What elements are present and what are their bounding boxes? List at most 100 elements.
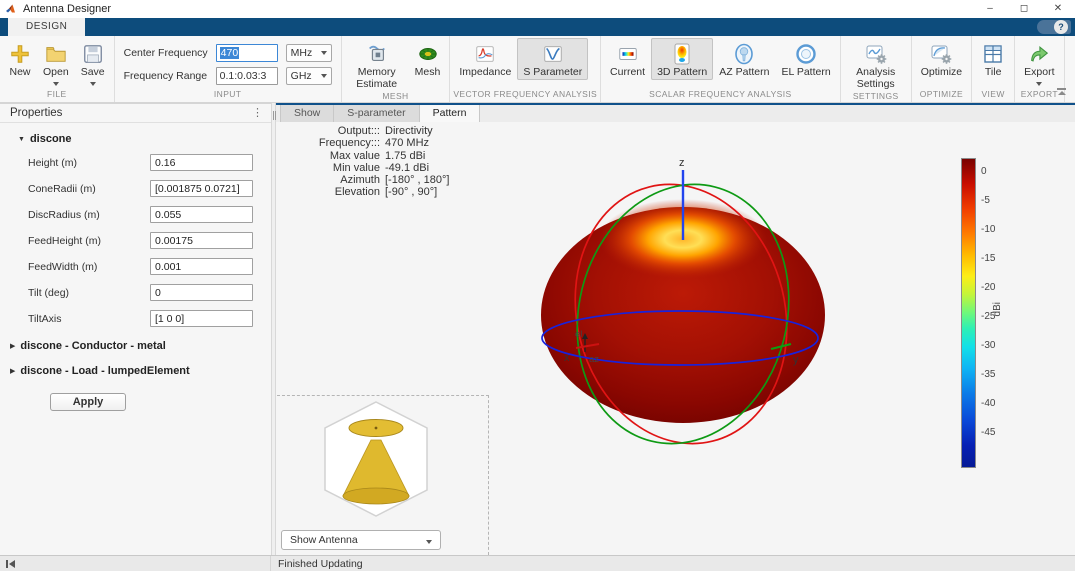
property-row: FeedHeight (m)	[28, 232, 271, 249]
impedance-label: Impedance	[459, 67, 511, 79]
memory-estimate-button[interactable]: Memory Estimate	[345, 38, 409, 91]
antenna-geometry-preview[interactable]	[323, 400, 429, 520]
export-arrow-icon	[1027, 41, 1051, 67]
properties-panel: Properties ⋮ ▼ discone Height (m) ConeRa…	[0, 103, 271, 555]
property-label: FeedWidth (m)	[28, 261, 150, 273]
tab-design[interactable]: DESIGN	[8, 18, 85, 36]
optimize-button[interactable]: Optimize	[915, 38, 968, 80]
property-row: FeedWidth (m)	[28, 258, 271, 275]
matlab-logo-icon	[5, 3, 17, 15]
section-label-scalar: SCALAR FREQUENCY ANALYSIS	[604, 89, 837, 102]
tab-show[interactable]: Show	[280, 105, 334, 122]
section-optimize: Optimize OPTIMIZE	[912, 36, 972, 102]
export-button[interactable]: Export	[1018, 38, 1060, 87]
tile-label: Tile	[985, 67, 1002, 79]
close-button[interactable]: ✕	[1041, 0, 1075, 18]
tile-button[interactable]: Tile	[975, 38, 1011, 80]
colorbar-tick: -10	[981, 224, 995, 235]
frequency-range-input[interactable]: 0.1:0.03:3	[216, 67, 278, 85]
impedance-icon	[473, 41, 497, 67]
open-button[interactable]: Open	[37, 38, 75, 87]
status-message: Finished Updating	[278, 558, 363, 570]
tilt-field[interactable]	[150, 284, 253, 301]
collapse-left-panel-icon[interactable]	[6, 560, 15, 568]
open-dropdown-caret-icon[interactable]	[53, 82, 59, 86]
mesh-icon	[416, 41, 440, 67]
section-mesh: Memory Estimate Mesh MESH	[342, 36, 451, 102]
kebab-menu-icon[interactable]: ⋮	[252, 108, 263, 119]
info-value: [-180° , 180°]	[385, 174, 449, 186]
colorbar-tick: -45	[981, 427, 995, 438]
colorbar-tick: -20	[981, 282, 995, 293]
center-frequency-unit-select[interactable]: MHz	[286, 44, 332, 62]
minimize-button[interactable]: –	[973, 0, 1007, 18]
coneradii-field[interactable]	[150, 180, 253, 197]
show-antenna-value: Show Antenna	[290, 534, 426, 546]
colorbar-tick: -30	[981, 340, 995, 351]
section-label-view: VIEW	[975, 89, 1011, 102]
az-pattern-button[interactable]: AZ Pattern	[713, 38, 775, 80]
property-label: FeedHeight (m)	[28, 235, 150, 247]
impedance-button[interactable]: Impedance	[453, 38, 517, 80]
feedheight-field[interactable]	[150, 232, 253, 249]
new-button[interactable]: New	[3, 38, 37, 80]
center-frequency-value: 470	[220, 47, 240, 59]
info-label: Elevation	[280, 186, 380, 198]
maximize-button[interactable]: ◻	[1007, 0, 1041, 18]
tab-s-parameter[interactable]: S-parameter	[334, 105, 419, 122]
new-document-icon	[9, 41, 31, 67]
section-file: New Open Save FILE	[0, 36, 115, 102]
optimize-icon	[929, 41, 953, 67]
memory-estimate-label: Memory Estimate	[351, 67, 403, 90]
z-axis-label: z	[679, 157, 685, 169]
info-label: Min value	[280, 162, 380, 174]
new-button-label: New	[9, 67, 30, 79]
save-dropdown-caret-icon[interactable]	[90, 82, 96, 86]
colorbar	[961, 158, 976, 468]
s-parameter-button[interactable]: S Parameter	[517, 38, 588, 80]
az-pattern-label: AZ Pattern	[719, 67, 769, 79]
property-group-label: discone - Load - lumpedElement	[20, 365, 189, 377]
section-label-settings: SETTINGS	[844, 91, 908, 103]
tab-pattern[interactable]: Pattern	[420, 105, 481, 122]
feedwidth-field[interactable]	[150, 258, 253, 275]
property-group-load[interactable]: ▶ discone - Load - lumpedElement	[10, 365, 271, 377]
height-field[interactable]	[150, 154, 253, 171]
discradius-field[interactable]	[150, 206, 253, 223]
show-antenna-select[interactable]: Show Antenna	[281, 530, 441, 550]
pattern-canvas: Output:::Directivity Frequency:::470 MHz…	[276, 122, 1075, 555]
current-button[interactable]: Current	[604, 38, 651, 80]
property-group-discone[interactable]: ▼ discone	[18, 133, 271, 145]
section-vector-frequency-analysis: Impedance S Parameter VECTOR FREQUENCY A…	[450, 36, 601, 102]
save-button[interactable]: Save	[75, 38, 111, 87]
analysis-settings-button[interactable]: Analysis Settings	[844, 38, 908, 91]
property-row: Height (m)	[28, 154, 271, 171]
property-group-conductor[interactable]: ▶ discone - Conductor - metal	[10, 340, 271, 352]
apply-button[interactable]: Apply	[50, 393, 126, 411]
pattern-info-block: Output:::Directivity Frequency:::470 MHz…	[280, 125, 449, 199]
section-label-optimize: OPTIMIZE	[915, 89, 968, 102]
center-frequency-input[interactable]: 470	[216, 44, 278, 62]
help-button[interactable]: ?	[1037, 20, 1071, 34]
help-icon: ?	[1054, 20, 1068, 34]
frequency-range-unit-select[interactable]: GHz	[286, 67, 332, 85]
s-parameter-label: S Parameter	[523, 67, 582, 79]
radiation-pattern-3d-plot[interactable]: z x y el az	[490, 140, 890, 470]
center-frequency-label: Center Frequency	[124, 47, 208, 59]
collapse-ribbon-icon[interactable]	[1056, 88, 1067, 96]
export-dropdown-caret-icon[interactable]	[1036, 82, 1042, 86]
x-axis-label: x	[564, 352, 570, 364]
mesh-button[interactable]: Mesh	[409, 38, 447, 80]
az-pattern-icon	[732, 41, 756, 67]
property-group-label: discone - Conductor - metal	[20, 340, 165, 352]
antenna-inset-panel: Show Antenna	[277, 395, 489, 555]
pattern-3d-button[interactable]: 3D Pattern	[651, 38, 713, 80]
frequency-range-unit-value: GHz	[291, 70, 321, 82]
tiltaxis-field[interactable]	[150, 310, 253, 327]
section-label-input: INPUT	[118, 89, 338, 102]
chevron-down-icon: ▼	[18, 136, 25, 143]
properties-title: Properties	[10, 107, 62, 119]
el-pattern-button[interactable]: EL Pattern	[775, 38, 836, 80]
section-label-vector: VECTOR FREQUENCY ANALYSIS	[453, 89, 597, 102]
frequency-range-label: Frequency Range	[124, 70, 208, 82]
